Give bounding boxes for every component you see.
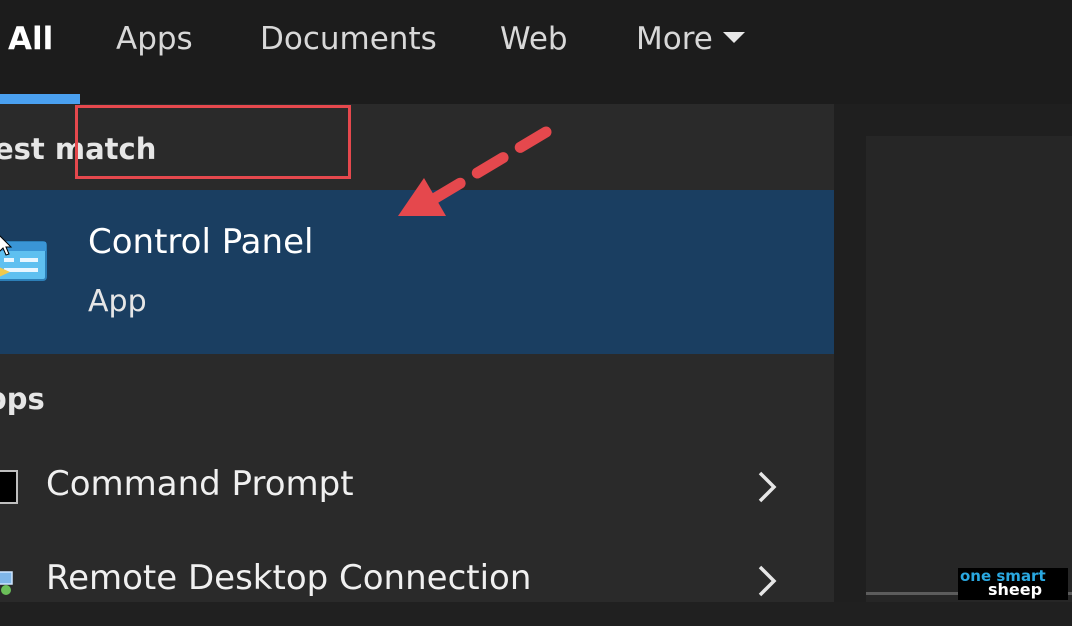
chevron-right-icon[interactable] <box>754 467 780 507</box>
list-item-command-prompt[interactable]: Command Prompt <box>0 442 834 532</box>
watermark-line2: sheep <box>988 580 1043 599</box>
list-item-remote-desktop[interactable]: Remote Desktop Connection <box>0 536 834 626</box>
search-filter-tabs: All Apps Documents Web More <box>0 0 1072 104</box>
caret-down-icon <box>722 32 745 43</box>
preview-card <box>866 136 1072 602</box>
tab-more-label: More <box>636 21 713 57</box>
chevron-right-icon[interactable] <box>754 561 780 601</box>
result-type: App <box>88 284 147 319</box>
list-item-label: Remote Desktop Connection <box>46 558 532 598</box>
preview-pane <box>834 104 1072 602</box>
tab-web[interactable]: Web <box>500 20 568 58</box>
watermark-logo: one smart sheep <box>958 568 1068 600</box>
tab-apps[interactable]: Apps <box>116 20 193 58</box>
command-prompt-icon <box>0 470 18 504</box>
result-title: Control Panel <box>88 222 314 262</box>
list-item-label: Command Prompt <box>46 464 354 504</box>
tab-all[interactable]: All <box>8 20 53 58</box>
annotation-highlight-box <box>75 105 351 179</box>
apps-heading: pps <box>0 382 45 416</box>
active-tab-indicator <box>0 94 80 104</box>
tab-documents[interactable]: Documents <box>260 20 437 58</box>
remote-desktop-icon <box>0 571 13 595</box>
mouse-cursor-icon <box>0 235 13 256</box>
best-match-result[interactable]: Control Panel App <box>0 190 834 354</box>
tab-more[interactable]: More <box>636 20 745 58</box>
